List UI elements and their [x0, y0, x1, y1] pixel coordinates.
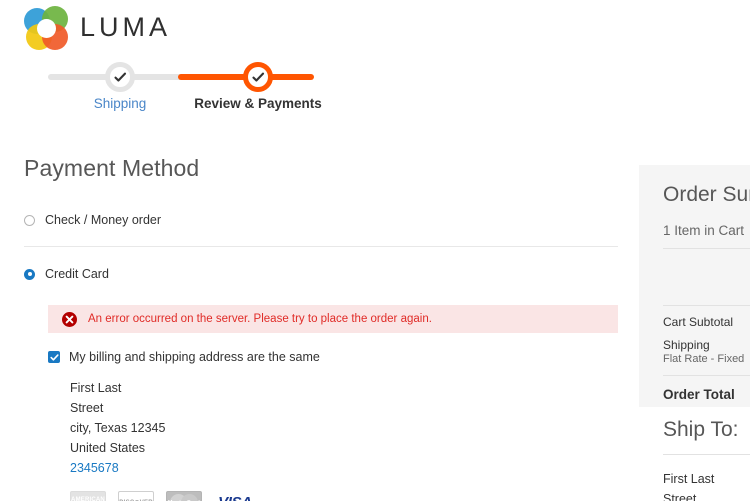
summary-items-spacer: [663, 249, 750, 295]
order-summary-item-count[interactable]: 1 Item in Cart: [663, 223, 750, 238]
address-street: Street: [70, 401, 104, 415]
progress-dot-review-payments: [243, 62, 273, 92]
site-header: LUMA: [24, 6, 171, 50]
summary-divider-bottom: [663, 375, 750, 376]
address-name: First Last: [70, 381, 122, 395]
ship-to-section: Ship To: First Last Street: [639, 418, 750, 501]
check-icon: [251, 71, 265, 84]
progress-label-review-payments[interactable]: Review & Payments: [194, 96, 322, 111]
progress-label-shipping[interactable]: Shipping: [94, 96, 147, 111]
check-icon: [113, 71, 127, 84]
total-row-shipping: Shipping Flat Rate - Fixed: [663, 338, 750, 365]
error-circle-x-icon: [62, 311, 77, 327]
order-summary-panel: Order Summary 1 Item in Cart Cart Subtot…: [639, 165, 750, 407]
discover-card-icon: DISC◉VER: [118, 491, 154, 501]
payment-options-divider: [24, 246, 618, 247]
total-label: Cart Subtotal: [663, 315, 734, 329]
total-label: Shipping: [663, 338, 710, 352]
page-title: Payment Method: [24, 155, 200, 181]
progress-step-review-payments[interactable]: Review & Payments: [194, 62, 322, 111]
total-row-cart-subtotal: Cart Subtotal: [663, 315, 750, 329]
address-city-state-zip: city, Texas 12345: [70, 421, 166, 435]
checkout-page: LUMA Shipping Review & Payments Payment …: [0, 0, 750, 501]
ship-to-street: Street: [663, 492, 697, 501]
progress-dot-shipping: [105, 62, 135, 92]
billing-same-as-shipping-row[interactable]: My billing and shipping address are the …: [48, 350, 618, 364]
billing-same-checkbox[interactable]: [48, 351, 60, 363]
american-express-card-icon: AMERICAN EXPRESS: [70, 491, 106, 501]
logo-center-hole: [37, 19, 56, 38]
payment-method-section: Payment Method Check / Money order Credi…: [24, 155, 618, 501]
payment-option-label: Check / Money order: [45, 213, 162, 227]
error-message-banner: An error occurred on the server. Please …: [48, 305, 618, 333]
shipping-method-name: Flat Rate - Fixed: [663, 353, 745, 365]
payment-option-check-money-order[interactable]: Check / Money order: [24, 210, 618, 230]
ship-to-title: Ship To:: [663, 418, 739, 441]
payment-option-label: Credit Card: [45, 267, 109, 281]
mastercard-card-icon: MasterCard: [166, 491, 202, 501]
error-message-text: An error occurred on the server. Please …: [88, 313, 432, 325]
radio-check-money-order[interactable]: [24, 214, 35, 226]
billing-same-checkbox-label: My billing and shipping address are the …: [69, 350, 320, 364]
address-country: United States: [70, 441, 146, 455]
credit-card-form: An error occurred on the server. Please …: [24, 305, 618, 501]
address-phone[interactable]: 2345678: [70, 458, 618, 478]
brand-wordmark[interactable]: LUMA: [80, 13, 171, 43]
amex-line-1: AMERICAN: [71, 496, 105, 501]
order-summary-title: Order Summary: [663, 183, 750, 206]
radio-credit-card[interactable]: [24, 268, 35, 280]
order-total-label: Order Total: [663, 387, 735, 402]
order-totals: Cart Subtotal Shipping Flat Rate - Fixed…: [663, 315, 750, 402]
luma-flower-icon[interactable]: [24, 6, 68, 50]
checkout-progress-bar: Shipping Review & Payments: [24, 62, 322, 118]
billing-address-block: First Last Street city, Texas 12345 Unit…: [48, 378, 618, 478]
ship-to-address: First Last Street: [663, 469, 750, 501]
visa-card-icon: VISA: [214, 491, 256, 501]
accepted-card-icons: AMERICAN EXPRESS DISC◉VER MasterCard VIS…: [48, 491, 618, 501]
order-sidebar: Order Summary 1 Item in Cart Cart Subtot…: [639, 0, 750, 501]
summary-divider-mid: [663, 305, 750, 306]
progress-step-shipping[interactable]: Shipping: [94, 62, 146, 111]
ship-to-name: First Last: [663, 472, 715, 486]
payment-option-credit-card[interactable]: Credit Card: [24, 264, 618, 284]
ship-to-divider: [663, 454, 750, 455]
